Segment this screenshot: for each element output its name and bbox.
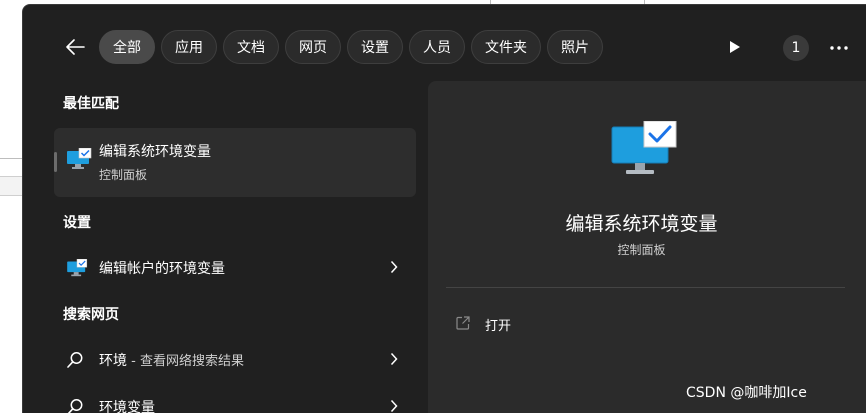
open-action-label: 打开 (485, 318, 512, 334)
desktop-edge-line (0, 158, 22, 159)
chevron-right-icon (390, 351, 398, 370)
settings-result-item[interactable]: 编辑帐户的环境变量 (54, 247, 416, 287)
web-search-header: 搜索网页 (63, 307, 119, 323)
selection-indicator (54, 152, 57, 172)
back-arrow-icon[interactable] (61, 33, 89, 61)
chevron-right-icon (390, 259, 398, 278)
web-search-label: 环境 - 查看网络搜索结果 (99, 353, 244, 369)
filter-chip-settings[interactable]: 设置 (347, 30, 403, 64)
search-filter-bar: 全部 应用 文档 网页 设置 人员 文件夹 照片 (61, 29, 609, 65)
filter-chip-web[interactable]: 网页 (285, 30, 341, 64)
chevron-right-icon (390, 398, 398, 413)
settings-header: 设置 (63, 215, 91, 231)
search-icon (66, 398, 84, 413)
filter-chip-photos[interactable]: 照片 (547, 30, 603, 64)
web-search-item[interactable]: 环境 - 查看网络搜索结果 (54, 339, 416, 379)
filter-chip-people[interactable]: 人员 (409, 30, 465, 64)
detail-divider (446, 287, 845, 288)
monitor-check-icon (610, 120, 678, 183)
best-match-header: 最佳匹配 (63, 96, 119, 112)
filter-chip-all[interactable]: 全部 (99, 30, 155, 64)
web-search-label: 环境变量 (99, 400, 155, 413)
search-icon (66, 351, 84, 373)
more-options-icon[interactable] (827, 37, 851, 59)
best-match-title: 编辑系统环境变量 (99, 144, 211, 160)
detail-subtitle: 控制面板 (617, 243, 666, 257)
monitor-check-icon (66, 258, 88, 281)
desktop-background-fragment (0, 176, 22, 196)
best-match-subtitle: 控制面板 (99, 168, 148, 182)
monitor-check-icon (66, 147, 92, 174)
best-match-item[interactable]: 编辑系统环境变量 控制面板 (54, 128, 416, 197)
start-search-panel: 全部 应用 文档 网页 设置 人员 文件夹 照片 1 最佳匹配 编辑系统环境变量… (22, 4, 866, 413)
filter-chip-folders[interactable]: 文件夹 (471, 30, 541, 64)
filter-chip-apps[interactable]: 应用 (161, 30, 217, 64)
notification-badge[interactable]: 1 (783, 35, 809, 61)
detail-title: 编辑系统环境变量 (565, 213, 718, 235)
open-external-icon (456, 315, 470, 334)
play-icon[interactable] (725, 37, 745, 57)
filter-chip-documents[interactable]: 文档 (223, 30, 279, 64)
web-search-item[interactable]: 环境变量 (54, 386, 416, 413)
open-action-button[interactable]: 打开 (456, 309, 511, 339)
watermark-text: CSDN @咖啡加Ice (686, 385, 807, 401)
badge-count: 1 (791, 40, 801, 56)
settings-result-label: 编辑帐户的环境变量 (99, 261, 225, 277)
detail-pane: 编辑系统环境变量 控制面板 打开 (428, 81, 866, 413)
